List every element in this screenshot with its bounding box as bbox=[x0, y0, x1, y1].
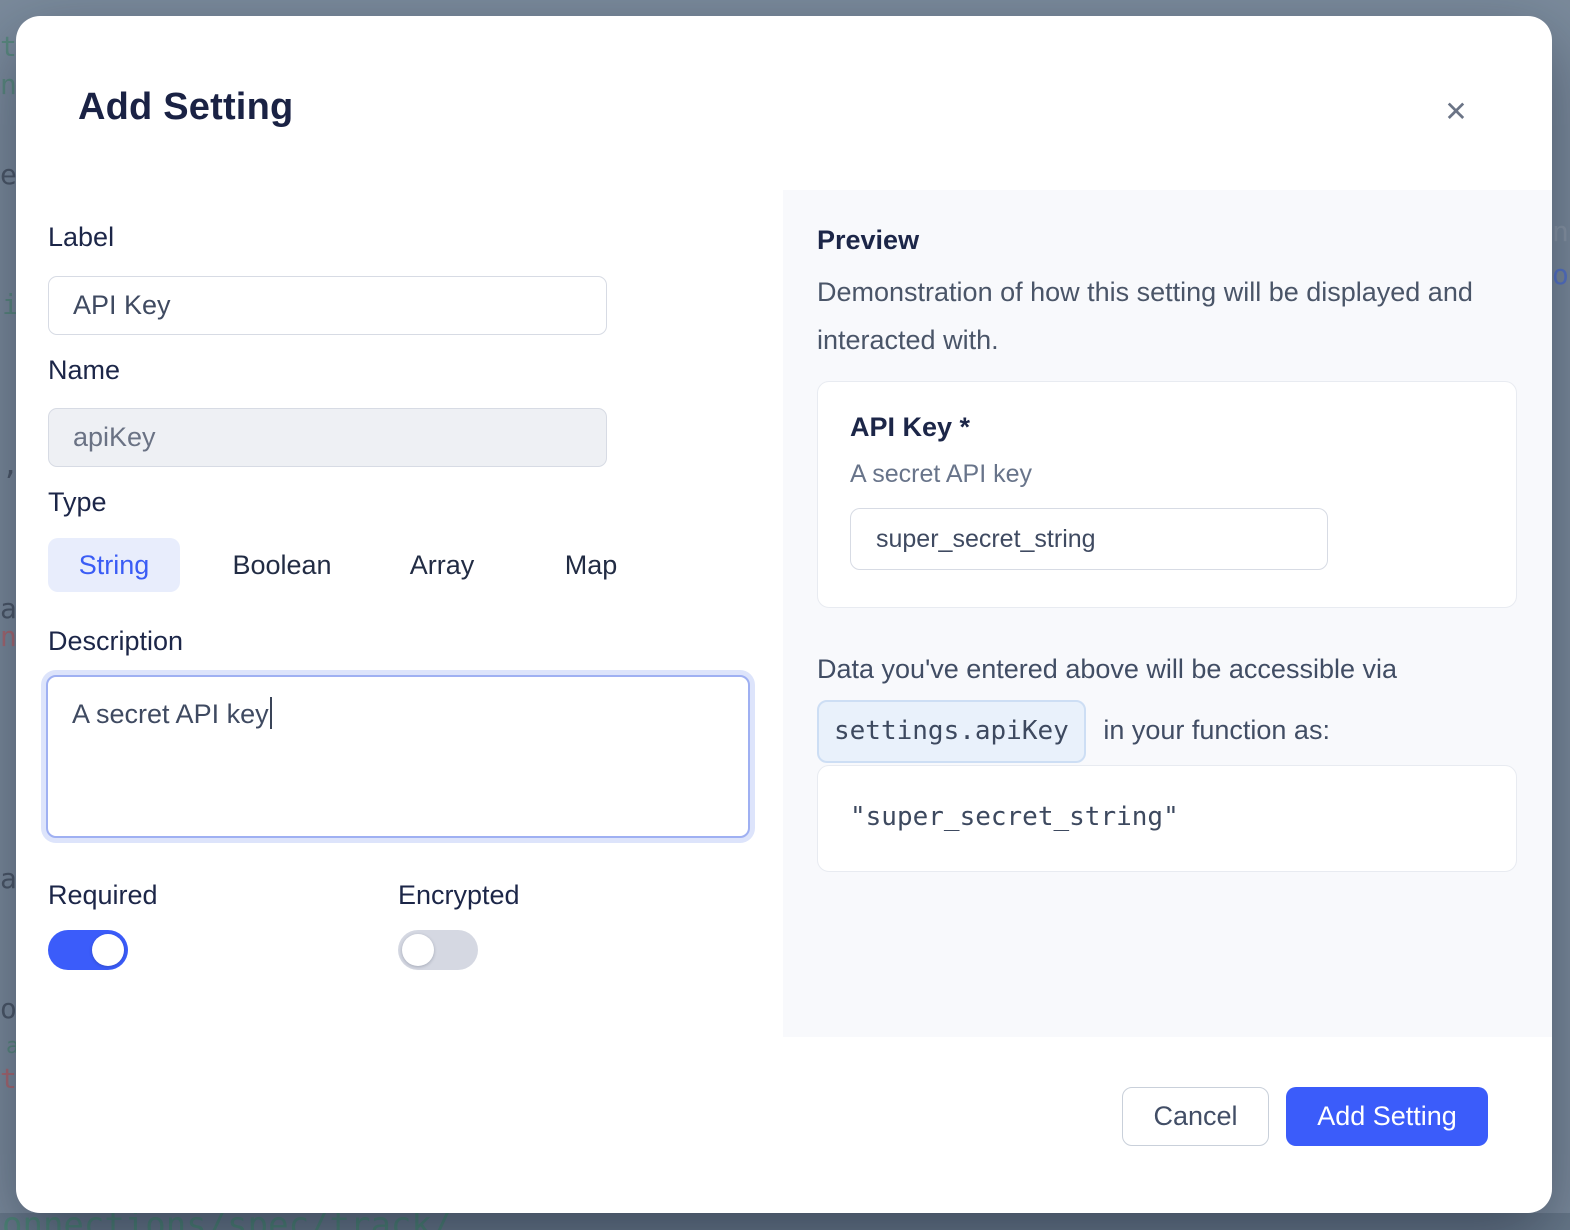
bg-code-fragment: nf bbox=[1552, 215, 1570, 248]
encrypted-toggle-label: Encrypted bbox=[398, 880, 520, 911]
preview-setting-card: API Key * A secret API key bbox=[817, 381, 1517, 608]
required-toggle[interactable] bbox=[48, 930, 128, 970]
preview-panel: Preview Demonstration of how this settin… bbox=[783, 190, 1552, 1037]
name-field-label: Name bbox=[48, 355, 120, 386]
preview-setting-title: API Key * bbox=[850, 412, 970, 443]
toggle-knob bbox=[92, 934, 124, 966]
label-input[interactable] bbox=[48, 276, 607, 335]
add-setting-button[interactable]: Add Setting bbox=[1286, 1087, 1488, 1146]
type-tab-array[interactable]: Array bbox=[372, 538, 512, 592]
type-tab-group: String Boolean Array Map bbox=[16, 538, 756, 592]
code-preview-block: "super_secret_string" bbox=[817, 765, 1517, 872]
code-preview-value: "super_secret_string" bbox=[850, 802, 1179, 832]
screen-backdrop: t ng et it , a ( n/ ag oc a th nf or onn… bbox=[0, 0, 1570, 1230]
label-field-label: Label bbox=[48, 222, 114, 253]
modal-title: Add Setting bbox=[78, 86, 293, 129]
type-field-label: Type bbox=[48, 487, 107, 518]
type-tab-map[interactable]: Map bbox=[521, 538, 661, 592]
preview-setting-description: A secret API key bbox=[850, 460, 1032, 489]
description-field-label: Description bbox=[48, 626, 183, 657]
preview-heading: Preview bbox=[817, 225, 919, 256]
access-text-after: in your function as: bbox=[1103, 715, 1330, 745]
access-info-text: Data you've entered above will be access… bbox=[817, 645, 1482, 763]
add-setting-modal: Add Setting ✕ Label Name Type String Boo… bbox=[16, 16, 1552, 1213]
cancel-button[interactable]: Cancel bbox=[1122, 1087, 1269, 1146]
description-textarea[interactable]: A secret API key bbox=[46, 675, 750, 838]
preview-subtext: Demonstration of how this setting will b… bbox=[817, 268, 1477, 364]
name-input[interactable] bbox=[48, 408, 607, 467]
required-toggle-label: Required bbox=[48, 880, 158, 911]
text-cursor bbox=[270, 697, 272, 729]
bg-code-fragment: t bbox=[0, 30, 17, 63]
toggle-knob bbox=[402, 934, 434, 966]
description-text: A secret API key bbox=[72, 699, 269, 729]
settings-key-code-chip: settings.apiKey bbox=[817, 700, 1086, 763]
encrypted-toggle[interactable] bbox=[398, 930, 478, 970]
type-tab-string[interactable]: String bbox=[48, 538, 180, 592]
bg-code-fragment: or bbox=[1552, 258, 1570, 291]
close-icon[interactable]: ✕ bbox=[1432, 88, 1480, 136]
access-text-before: Data you've entered above will be access… bbox=[817, 654, 1397, 684]
preview-setting-input[interactable] bbox=[850, 508, 1328, 570]
type-tab-boolean[interactable]: Boolean bbox=[212, 538, 352, 592]
